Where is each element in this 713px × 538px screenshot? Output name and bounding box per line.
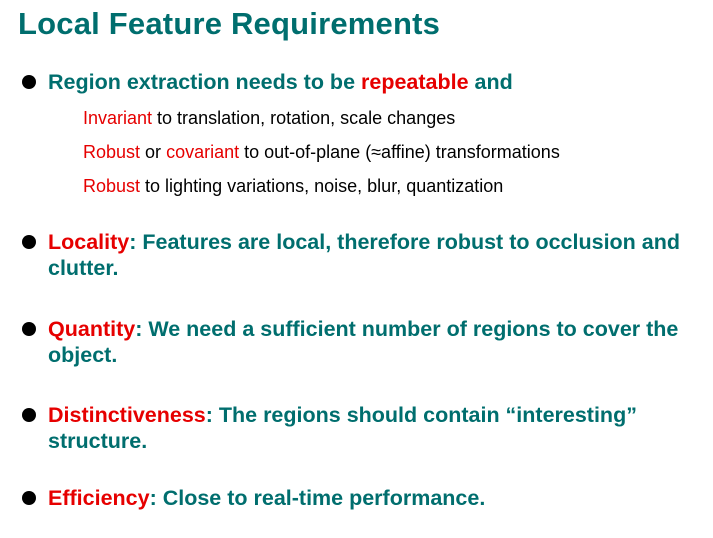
sub-item-robust-lighting: Robust to lighting variations, noise, bl… [83,175,503,197]
bullet-text: Distinctiveness: The regions should cont… [48,402,692,454]
sub-text: or [140,142,167,162]
bullet-locality: Locality: Features are local, therefore … [22,229,692,281]
sub-text: to translation, rotation, scale changes [152,108,456,128]
sub-item-robust-covariant: Robust or covariant to out-of-plane (≈af… [83,141,560,163]
bullet-text: Locality: Features are local, therefore … [48,229,692,281]
slide: Local Feature Requirements Region extrac… [0,0,713,538]
bullet-text-part: : Close to real-time performance. [149,486,486,510]
sub-text: to lighting variations, noise, blur, qua… [140,176,504,196]
sub-text: to out-of-plane (≈affine) transformation… [239,142,560,162]
bullet-quantity: Quantity: We need a sufficient number of… [22,316,692,368]
bullet-text: Region extraction needs to be repeatable… [48,69,692,95]
sub-highlight: covariant [166,142,240,162]
bullet-highlight: Distinctiveness [48,403,206,427]
bullet-distinctiveness: Distinctiveness: The regions should cont… [22,402,692,454]
bullet-text-part: Region extraction needs to be [48,70,361,94]
bullet-efficiency: Efficiency: Close to real-time performan… [22,485,692,511]
sub-highlight: Robust [83,176,141,196]
bullet-dot-icon [22,491,36,505]
bullet-highlight: repeatable [361,70,469,94]
bullet-text-part: and [468,70,513,94]
bullet-highlight: Locality [48,230,130,254]
sub-item-invariant: Invariant to translation, rotation, scal… [83,107,455,129]
bullet-dot-icon [22,75,36,89]
bullet-highlight: Efficiency [48,486,150,510]
bullet-text-part: : We need a sufficient number of regions… [48,317,679,367]
sub-highlight: Invariant [83,108,153,128]
bullet-dot-icon [22,322,36,336]
bullet-text-part: : Features are local, therefore robust t… [48,230,681,280]
bullet-text: Efficiency: Close to real-time performan… [48,485,692,511]
bullet-highlight: Quantity [48,317,136,341]
bullet-dot-icon [22,408,36,422]
bullet-text: Quantity: We need a sufficient number of… [48,316,692,368]
sub-highlight: Robust [83,142,141,162]
slide-title: Local Feature Requirements [18,6,441,41]
bullet-repeatable: Region extraction needs to be repeatable… [22,69,692,95]
bullet-dot-icon [22,235,36,249]
